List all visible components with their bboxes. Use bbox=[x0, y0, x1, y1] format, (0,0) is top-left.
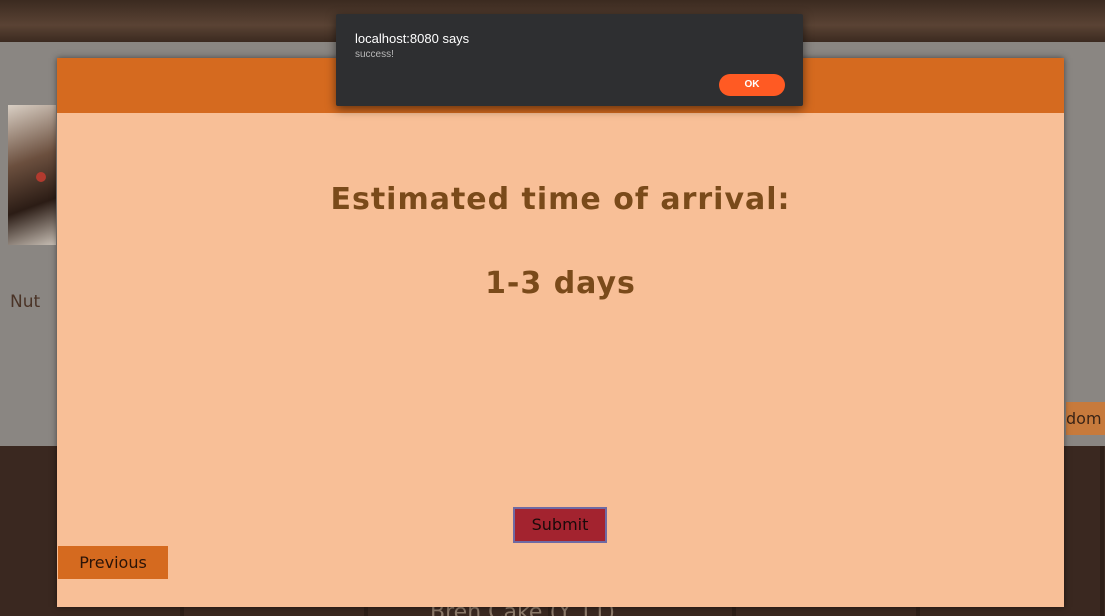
page: Nut dom Bren Cake (Y 11) Estimated time … bbox=[0, 0, 1105, 616]
background-product-image-detail bbox=[36, 172, 46, 182]
background-product-name: Nut bbox=[10, 292, 41, 312]
eta-modal: Estimated time of arrival: 1-3 days Subm… bbox=[57, 58, 1064, 607]
eta-value: 1-3 days bbox=[485, 266, 636, 301]
background-order-button: dom bbox=[1066, 402, 1105, 435]
previous-button[interactable]: Previous bbox=[58, 546, 168, 579]
alert-ok-button[interactable]: OK bbox=[719, 74, 785, 96]
browser-alert-dialog: localhost:8080 says success! OK bbox=[336, 14, 803, 106]
alert-title: localhost:8080 says bbox=[355, 31, 470, 46]
alert-message: success! bbox=[355, 49, 394, 60]
eta-heading: Estimated time of arrival: bbox=[330, 182, 791, 217]
submit-button[interactable]: Submit bbox=[513, 507, 607, 543]
background-product-image bbox=[8, 105, 56, 245]
